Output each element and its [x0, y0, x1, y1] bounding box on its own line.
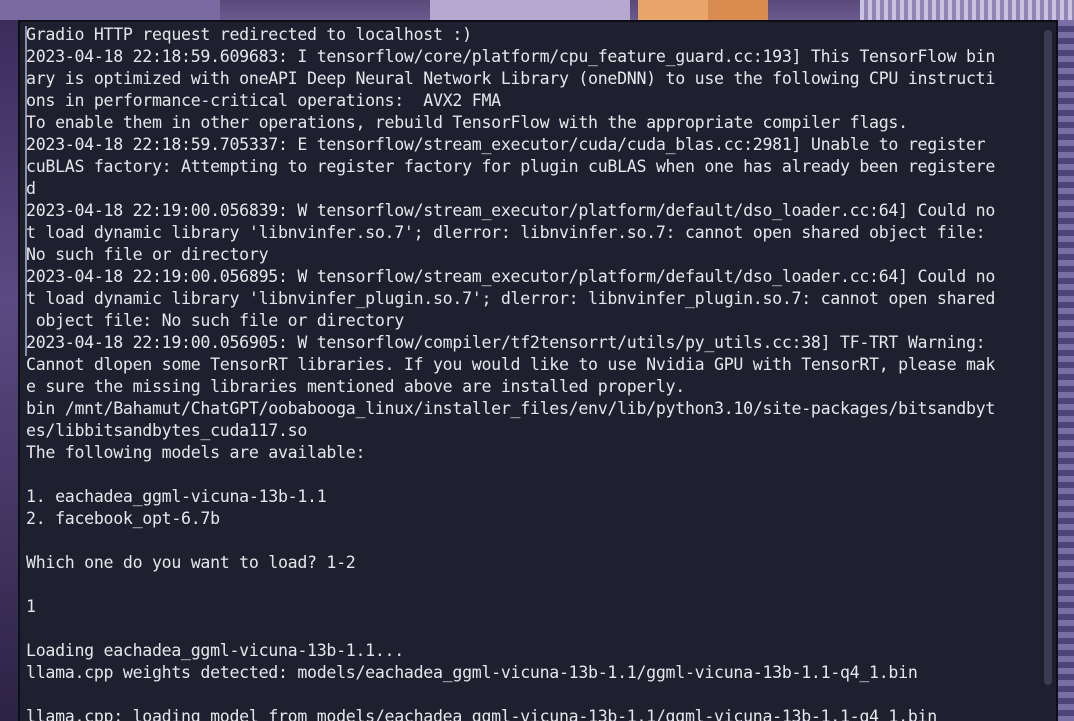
terminal-line: t load dynamic library 'libnvinfer.so.7'…: [26, 223, 986, 242]
terminal-line: ary is optimized with oneAPI Deep Neural…: [26, 69, 996, 88]
terminal-line: Gradio HTTP request redirected to localh…: [26, 25, 472, 44]
terminal-line: Cannot dlopen some TensorRT libraries. I…: [26, 355, 996, 374]
terminal-line: ons in performance-critical operations: …: [26, 91, 501, 110]
wallpaper-strip: [1058, 20, 1074, 721]
terminal-line: 1: [26, 597, 36, 616]
terminal-line: 2023-04-18 22:19:00.056895: W tensorflow…: [26, 267, 996, 286]
scrollbar-thumb[interactable]: [1044, 30, 1052, 685]
terminal-output[interactable]: Gradio HTTP request redirected to localh…: [26, 24, 1036, 721]
terminal-line: 1. eachadea_ggml-vicuna-13b-1.1: [26, 487, 327, 506]
terminal-line: object file: No such file or directory: [26, 311, 405, 330]
terminal-line: llama.cpp: loading model from models/eac…: [26, 707, 937, 721]
terminal-line: es/libbitsandbytes_cuda117.so: [26, 421, 308, 440]
wallpaper-block: [860, 0, 1074, 20]
wallpaper-block: [0, 0, 220, 20]
terminal-line: bin /mnt/Bahamut/ChatGPT/oobabooga_linux…: [26, 399, 996, 418]
terminal-line: 2023-04-18 22:19:00.056839: W tensorflow…: [26, 201, 996, 220]
terminal-window[interactable]: Gradio HTTP request redirected to localh…: [18, 20, 1058, 721]
wallpaper-block: [430, 0, 630, 20]
terminal-line: Loading eachadea_ggml-vicuna-13b-1.1...: [26, 641, 404, 660]
terminal-line: The following models are available:: [26, 443, 366, 462]
terminal-line: 2023-04-18 22:18:59.705337: E tensorflow…: [26, 135, 986, 154]
wallpaper-strip: [0, 20, 18, 721]
terminal-line: Which one do you want to load? 1-2: [26, 553, 356, 572]
terminal-line: 2023-04-18 22:18:59.609683: I tensorflow…: [26, 47, 996, 66]
terminal-line: No such file or directory: [26, 245, 269, 264]
terminal-line: 2023-04-18 22:19:00.056905: W tensorflow…: [26, 333, 986, 352]
terminal-line: t load dynamic library 'libnvinfer_plugi…: [26, 289, 996, 308]
terminal-line: 2. facebook_opt-6.7b: [26, 509, 220, 528]
terminal-line: d: [26, 179, 36, 198]
terminal-line: e sure the missing libraries mentioned a…: [26, 377, 685, 396]
terminal-line: To enable them in other operations, rebu…: [26, 113, 908, 132]
wallpaper-block: [638, 0, 708, 20]
terminal-line: cuBLAS factory: Attempting to register f…: [26, 157, 996, 176]
wallpaper-block: [708, 0, 768, 20]
terminal-line: llama.cpp weights detected: models/eacha…: [26, 663, 918, 682]
